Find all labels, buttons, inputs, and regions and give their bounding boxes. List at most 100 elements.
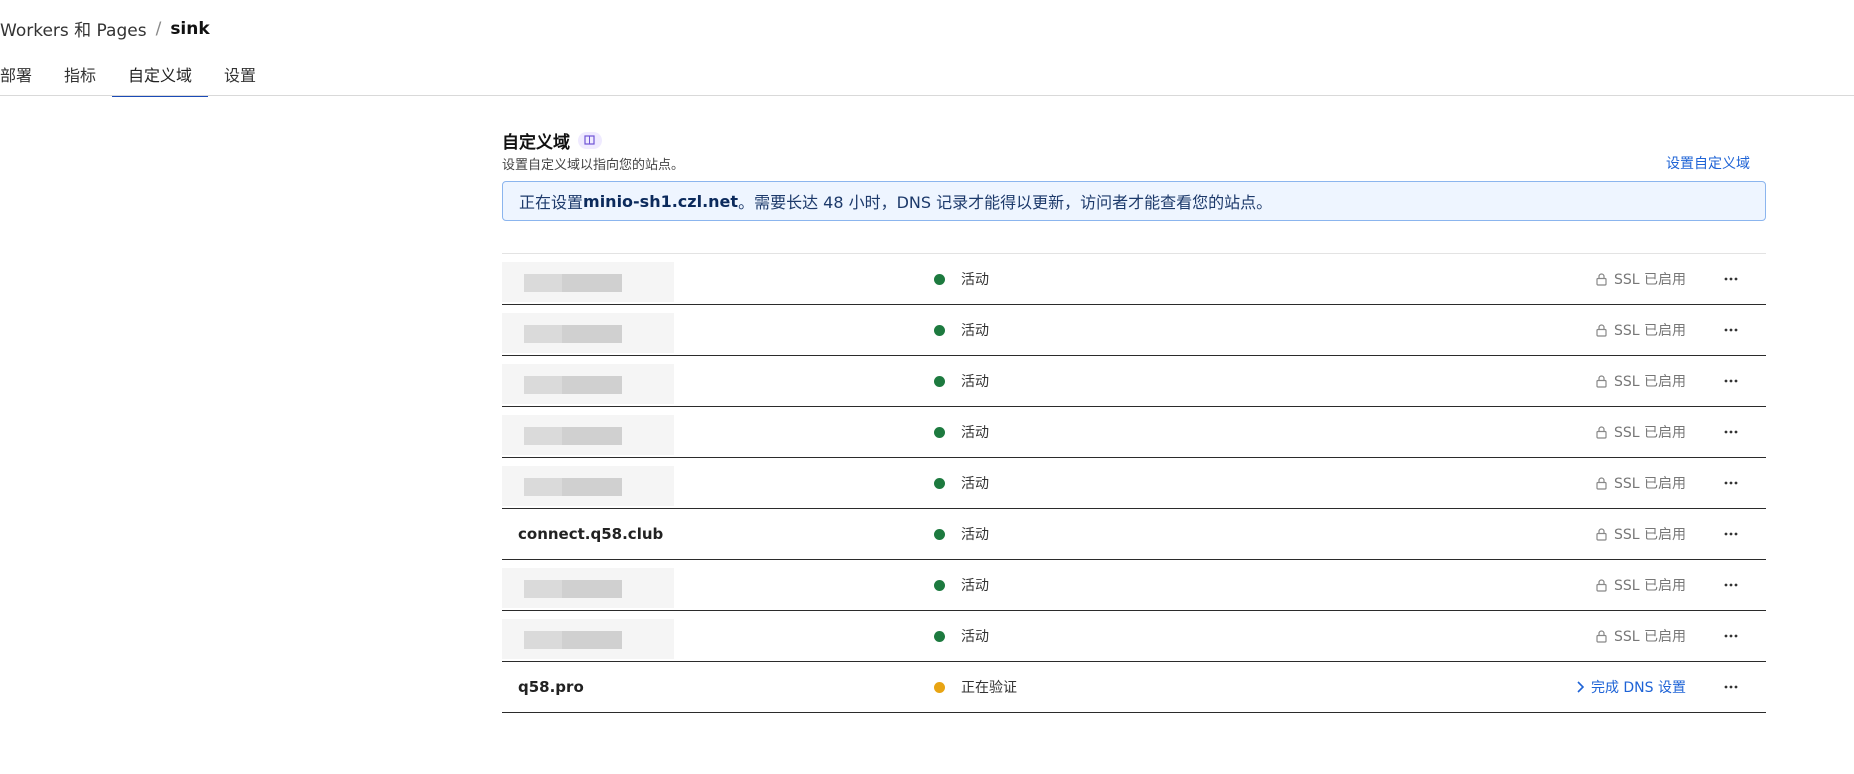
custom-domains-panel: 自定义域 设置自定义域以指向您的站点。 设置自定义域 正在设置 minio-sh… bbox=[502, 128, 1766, 713]
ssl-label: SSL 已启用 bbox=[1613, 272, 1686, 288]
lock-icon bbox=[1596, 272, 1607, 286]
status-label: 活动 bbox=[961, 374, 989, 390]
status-dot-icon bbox=[934, 273, 945, 285]
ssl-status: SSL 已启用 bbox=[1596, 524, 1686, 544]
status-label: 正在验证 bbox=[961, 680, 1017, 696]
section-subtitle: 设置自定义域以指向您的站点。 bbox=[502, 157, 685, 173]
section-header: 自定义域 bbox=[502, 128, 1766, 153]
status-dot-icon bbox=[934, 528, 945, 540]
lock-icon bbox=[1596, 374, 1607, 388]
ssl-status: SSL 已启用 bbox=[1596, 626, 1686, 646]
more-horizontal-icon[interactable] bbox=[1720, 676, 1742, 698]
status-dot-icon bbox=[934, 477, 945, 489]
status-dot-icon bbox=[934, 681, 945, 693]
status: 活动 bbox=[934, 626, 989, 646]
status-label: 活动 bbox=[961, 527, 989, 543]
redacted-domain bbox=[502, 313, 674, 353]
domain-row[interactable]: q58.pro 正在验证 完成 DNS 设置 bbox=[502, 662, 1766, 713]
notice-suffix: 。需要长达 48 小时，DNS 记录才能得以更新，访问者才能查看您的站点。 bbox=[738, 193, 1273, 212]
more-horizontal-icon[interactable] bbox=[1720, 472, 1742, 494]
notice-prefix: 正在设置 bbox=[519, 193, 584, 212]
ssl-status: SSL 已启用 bbox=[1596, 575, 1686, 595]
ssl-status: SSL 已启用 bbox=[1596, 269, 1686, 289]
status-label: 活动 bbox=[961, 323, 989, 339]
more-horizontal-icon[interactable] bbox=[1720, 625, 1742, 647]
status-dot-icon bbox=[934, 579, 945, 591]
subtitle-row: 设置自定义域以指向您的站点。 设置自定义域 bbox=[502, 153, 1766, 173]
lock-icon bbox=[1596, 578, 1607, 592]
status: 活动 bbox=[934, 422, 989, 442]
ssl-status: SSL 已启用 bbox=[1596, 371, 1686, 391]
status: 活动 bbox=[934, 575, 989, 595]
breadcrumb-parent-link[interactable]: Workers 和 Pages bbox=[0, 16, 147, 41]
status-dot-icon bbox=[934, 375, 945, 387]
set-custom-domain-link[interactable]: 设置自定义域 bbox=[1666, 153, 1750, 173]
status-label: 活动 bbox=[961, 578, 989, 594]
domain-name[interactable]: q58.pro bbox=[502, 678, 934, 696]
status-dot-icon bbox=[934, 324, 945, 336]
ssl-label: SSL 已启用 bbox=[1613, 629, 1686, 645]
ssl-label: SSL 已启用 bbox=[1613, 476, 1686, 492]
status: 活动 bbox=[934, 269, 989, 289]
status-label: 活动 bbox=[961, 629, 989, 645]
domain-row[interactable]: 活动 SSL 已启用 bbox=[502, 560, 1766, 611]
domain-row[interactable]: 活动 SSL 已启用 bbox=[502, 407, 1766, 458]
domain-name[interactable]: connect.q58.club bbox=[502, 525, 934, 543]
status-label: 活动 bbox=[961, 476, 989, 492]
lock-icon bbox=[1596, 476, 1607, 490]
redacted-domain bbox=[502, 619, 674, 659]
status-label: 活动 bbox=[961, 425, 989, 441]
domain-row[interactable]: 活动 SSL 已启用 bbox=[502, 458, 1766, 509]
ssl-label: 完成 DNS 设置 bbox=[1590, 680, 1686, 696]
lock-icon bbox=[1596, 323, 1607, 337]
status: 活动 bbox=[934, 524, 989, 544]
lock-icon bbox=[1596, 527, 1607, 541]
tab-deployments[interactable]: 部署 bbox=[0, 58, 48, 95]
ssl-label: SSL 已启用 bbox=[1613, 374, 1686, 390]
tab-settings[interactable]: 设置 bbox=[208, 58, 272, 95]
tab-bar: 部署 指标 自定义域 设置 bbox=[0, 58, 272, 97]
notice-domain: minio-sh1.czl.net bbox=[583, 191, 739, 211]
redacted-domain bbox=[502, 262, 674, 302]
ssl-label: SSL 已启用 bbox=[1613, 323, 1686, 339]
more-horizontal-icon[interactable] bbox=[1720, 421, 1742, 443]
more-horizontal-icon[interactable] bbox=[1720, 523, 1742, 545]
breadcrumb-current: sink bbox=[170, 18, 210, 39]
docs-icon[interactable] bbox=[578, 131, 602, 149]
lock-icon bbox=[1596, 629, 1607, 643]
breadcrumb: Workers 和 Pages / sink bbox=[0, 16, 210, 42]
more-horizontal-icon[interactable] bbox=[1720, 574, 1742, 596]
domain-row[interactable]: connect.q58.club 活动 SSL 已启用 bbox=[502, 509, 1766, 560]
redacted-domain bbox=[502, 364, 674, 404]
status-label: 活动 bbox=[961, 272, 989, 288]
ssl-status: SSL 已启用 bbox=[1596, 422, 1686, 442]
domain-row[interactable]: 活动 SSL 已启用 bbox=[502, 305, 1766, 356]
domain-row[interactable]: 活动 SSL 已启用 bbox=[502, 356, 1766, 407]
status: 活动 bbox=[934, 473, 989, 493]
tabs-divider bbox=[0, 95, 1854, 96]
status: 活动 bbox=[934, 371, 989, 391]
status: 正在验证 bbox=[934, 677, 1017, 697]
more-horizontal-icon[interactable] bbox=[1720, 370, 1742, 392]
redacted-domain bbox=[502, 466, 674, 506]
redacted-domain bbox=[502, 568, 674, 608]
tab-metrics[interactable]: 指标 bbox=[48, 58, 112, 95]
more-horizontal-icon[interactable] bbox=[1720, 268, 1742, 290]
lock-icon bbox=[1596, 425, 1607, 439]
ssl-label: SSL 已启用 bbox=[1613, 527, 1686, 543]
more-horizontal-icon[interactable] bbox=[1720, 319, 1742, 341]
status-dot-icon bbox=[934, 630, 945, 642]
complete-dns-setup-link[interactable]: 完成 DNS 设置 bbox=[1576, 677, 1686, 697]
breadcrumb-separator: / bbox=[155, 18, 162, 39]
domain-row[interactable]: 活动 SSL 已启用 bbox=[502, 254, 1766, 305]
ssl-label: SSL 已启用 bbox=[1613, 578, 1686, 594]
domain-row[interactable]: 活动 SSL 已启用 bbox=[502, 611, 1766, 662]
ssl-status: SSL 已启用 bbox=[1596, 320, 1686, 340]
domain-table: 活动 SSL 已启用 活动 SSL 已启用 活动 SSL 已启用 活动 SSL 已启用 活动 SS… bbox=[502, 253, 1766, 713]
status: 活动 bbox=[934, 320, 989, 340]
ssl-label: SSL 已启用 bbox=[1613, 425, 1686, 441]
tab-custom-domains[interactable]: 自定义域 bbox=[112, 58, 209, 97]
setup-notice-banner: 正在设置 minio-sh1.czl.net 。需要长达 48 小时，DNS 记录… bbox=[502, 181, 1766, 221]
chevron-right-icon bbox=[1576, 681, 1584, 693]
ssl-status: SSL 已启用 bbox=[1596, 473, 1686, 493]
